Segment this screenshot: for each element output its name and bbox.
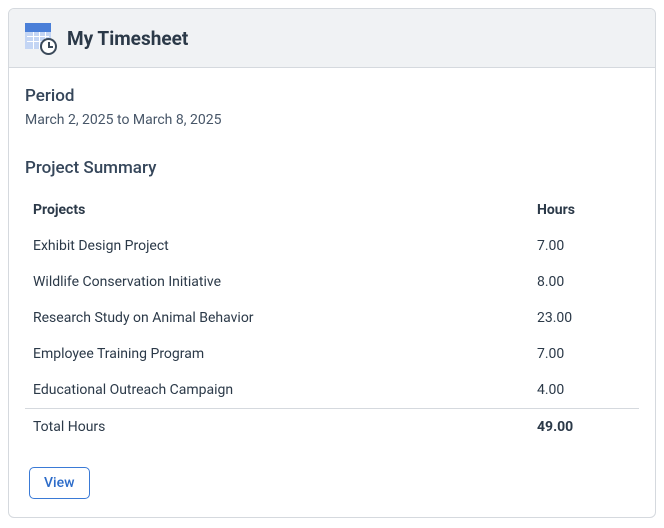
project-hours: 7.00 xyxy=(529,336,639,372)
table-row: Research Study on Animal Behavior 23.00 xyxy=(25,300,639,336)
table-row: Educational Outreach Campaign 4.00 xyxy=(25,372,639,409)
project-hours: 23.00 xyxy=(529,300,639,336)
project-summary-table: Projects Hours Exhibit Design Project 7.… xyxy=(25,192,639,445)
total-row: Total Hours 49.00 xyxy=(25,409,639,446)
table-header-row: Projects Hours xyxy=(25,192,639,228)
timesheet-icon xyxy=(25,23,55,53)
actions: View xyxy=(25,467,639,499)
total-hours: 49.00 xyxy=(529,409,639,446)
project-hours: 7.00 xyxy=(529,228,639,264)
card-body: Period March 2, 2025 to March 8, 2025 Pr… xyxy=(9,68,655,517)
summary-title: Project Summary xyxy=(25,158,639,178)
view-button[interactable]: View xyxy=(29,467,90,499)
period-text: March 2, 2025 to March 8, 2025 xyxy=(25,112,639,128)
card-title: My Timesheet xyxy=(67,27,188,50)
col-projects: Projects xyxy=(25,192,529,228)
project-hours: 8.00 xyxy=(529,264,639,300)
table-row: Employee Training Program 7.00 xyxy=(25,336,639,372)
project-name: Wildlife Conservation Initiative xyxy=(25,264,529,300)
table-row: Wildlife Conservation Initiative 8.00 xyxy=(25,264,639,300)
col-hours: Hours xyxy=(529,192,639,228)
project-hours: 4.00 xyxy=(529,372,639,409)
project-name: Employee Training Program xyxy=(25,336,529,372)
card-header: My Timesheet xyxy=(9,9,655,68)
period-label: Period xyxy=(25,86,639,106)
project-name: Exhibit Design Project xyxy=(25,228,529,264)
table-row: Exhibit Design Project 7.00 xyxy=(25,228,639,264)
project-name: Research Study on Animal Behavior xyxy=(25,300,529,336)
total-label: Total Hours xyxy=(25,409,529,446)
timesheet-card: My Timesheet Period March 2, 2025 to Mar… xyxy=(8,8,656,518)
project-name: Educational Outreach Campaign xyxy=(25,372,529,409)
